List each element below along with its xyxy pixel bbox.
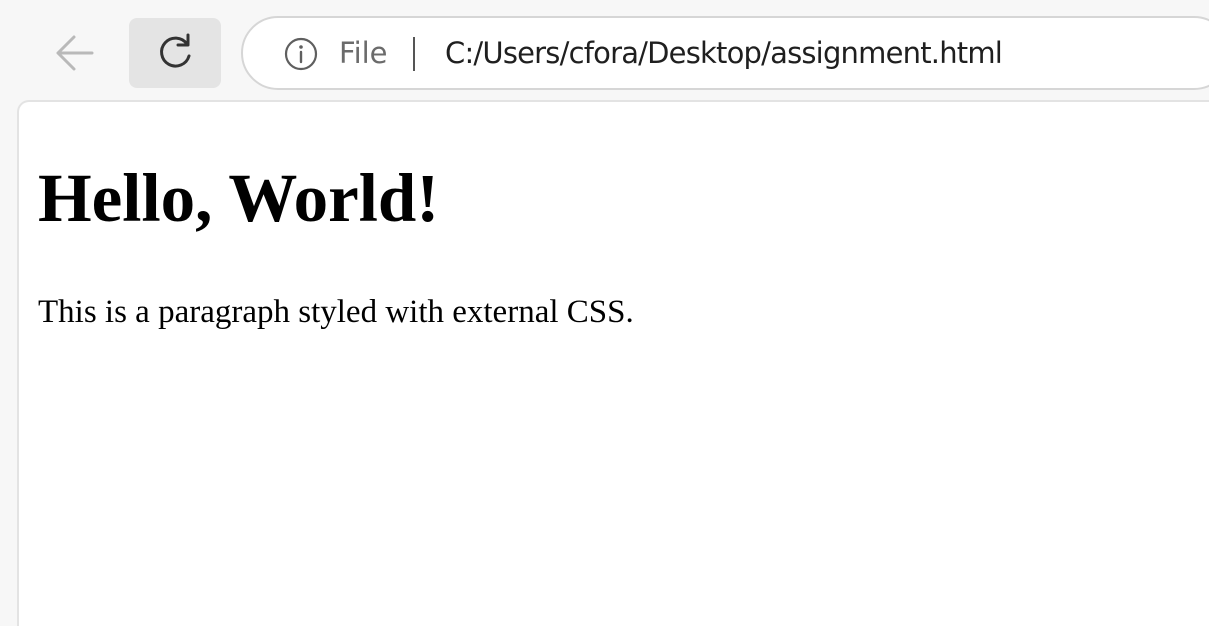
page-heading: Hello, World! (38, 160, 440, 236)
page-viewport: Hello, World! This is a paragraph styled… (17, 100, 1209, 626)
url-text[interactable]: C:/Users/cfora/Desktop/assignment.html (445, 34, 1003, 72)
back-button[interactable] (28, 18, 120, 88)
address-divider (413, 37, 415, 71)
address-bar[interactable]: File C:/Users/cfora/Desktop/assignment.h… (241, 16, 1209, 90)
reload-button[interactable] (129, 18, 221, 88)
page-paragraph: This is a paragraph styled with external… (38, 294, 634, 330)
arrow-left-icon (56, 35, 94, 71)
reload-icon (160, 33, 191, 68)
info-icon[interactable] (283, 36, 319, 72)
browser-window: File C:/Users/cfora/Desktop/assignment.h… (0, 0, 1209, 626)
site-scheme-label[interactable]: File (339, 34, 388, 72)
browser-toolbar: File C:/Users/cfora/Desktop/assignment.h… (0, 0, 1209, 100)
